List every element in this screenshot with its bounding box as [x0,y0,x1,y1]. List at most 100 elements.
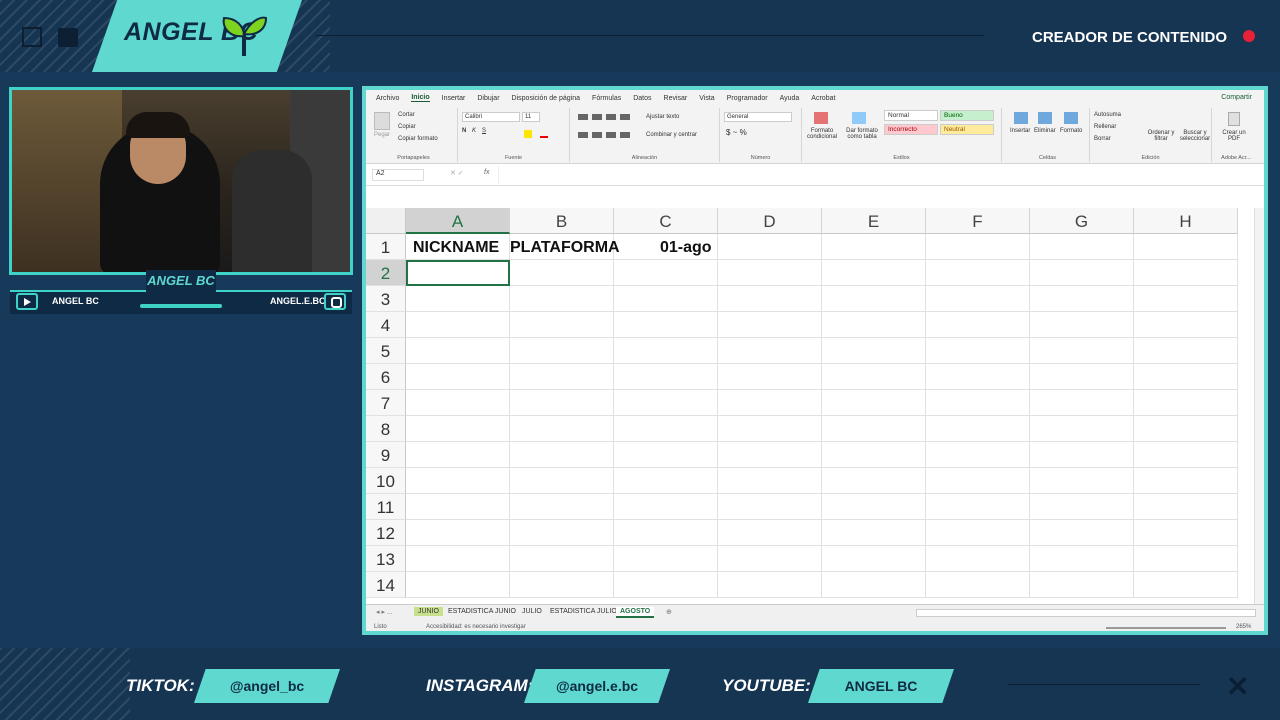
cell-g11[interactable] [1030,494,1134,520]
insert-function-icon[interactable]: fx [484,169,489,176]
ribbon-tab-archivo[interactable]: Archivo [376,95,399,102]
cell-e6[interactable] [822,364,926,390]
cell-e14[interactable] [822,572,926,598]
format-button[interactable]: Formato [1060,128,1082,134]
cell-a1[interactable]: NICKNAME [406,234,510,260]
cell-d12[interactable] [718,520,822,546]
name-box[interactable]: A2 [372,169,424,181]
cell-h10[interactable] [1134,468,1238,494]
cell-e12[interactable] [822,520,926,546]
cell-h12[interactable] [1134,520,1238,546]
cell-d1[interactable] [718,234,822,260]
select-all-corner[interactable] [366,208,406,234]
cell-g10[interactable] [1030,468,1134,494]
cell-b8[interactable] [510,416,614,442]
fill-button[interactable]: Rellenar [1094,124,1116,130]
cell-a7[interactable] [406,390,510,416]
sheet-tab-junio[interactable]: JUNIO [414,607,443,616]
cell-e9[interactable] [822,442,926,468]
worksheet-grid[interactable]: A B C D E F G H 1 NICKNAME PLATAFORMA 01-ago 2 3 4 5 6 7 8… [366,208,1264,604]
cell-d13[interactable] [718,546,822,572]
cell-b10[interactable] [510,468,614,494]
add-sheet-icon[interactable]: ⊕ [662,607,676,617]
column-header-f[interactable]: F [926,208,1030,234]
scroll-tabs-icon[interactable]: ◂ ▸ ... [372,607,397,617]
row-header-4[interactable]: 4 [366,312,406,338]
cell-d3[interactable] [718,286,822,312]
row-header-5[interactable]: 5 [366,338,406,364]
cell-c7[interactable] [614,390,718,416]
cell-a10[interactable] [406,468,510,494]
format-as-table-button[interactable]: Dar formato como tabla [842,128,882,140]
wrap-text-button[interactable]: Ajustar texto [646,114,679,120]
cell-c6[interactable] [614,364,718,390]
cell-b14[interactable] [510,572,614,598]
copy-button[interactable]: Copiar [398,124,416,130]
conditional-format-icon[interactable] [814,112,828,124]
cell-f1[interactable] [926,234,1030,260]
format-cells-icon[interactable] [1064,112,1078,124]
create-pdf-button[interactable]: Crear un PDF [1216,130,1252,142]
ribbon-tab-programador[interactable]: Programador [727,95,768,102]
cell-h13[interactable] [1134,546,1238,572]
cell-c1[interactable]: 01-ago [614,234,718,260]
column-header-e[interactable]: E [822,208,926,234]
cell-h4[interactable] [1134,312,1238,338]
ribbon-tab-revisar[interactable]: Revisar [664,95,688,102]
sheet-tab-estadistica-julio[interactable]: ESTADISTICA JULIO [546,607,621,616]
number-format-select[interactable]: General [724,112,792,122]
cell-d9[interactable] [718,442,822,468]
accessibility-status[interactable]: Accesibilidad: es necesario investigar [426,624,526,630]
cell-d8[interactable] [718,416,822,442]
cell-d6[interactable] [718,364,822,390]
cell-b1[interactable]: PLATAFORMA [510,234,620,260]
row-header-11[interactable]: 11 [366,494,406,520]
font-color-icon[interactable] [540,136,548,138]
cell-a12[interactable] [406,520,510,546]
cell-f8[interactable] [926,416,1030,442]
share-button[interactable]: Compartir [1221,94,1252,101]
pdf-icon[interactable] [1228,112,1240,126]
cell-d5[interactable] [718,338,822,364]
row-header-9[interactable]: 9 [366,442,406,468]
cell-c12[interactable] [614,520,718,546]
row-header-12[interactable]: 12 [366,520,406,546]
row-header-7[interactable]: 7 [366,390,406,416]
sheet-tab-agosto[interactable]: AGOSTO [616,607,655,618]
cell-f9[interactable] [926,442,1030,468]
cell-c2[interactable] [614,260,718,286]
row-header-8[interactable]: 8 [366,416,406,442]
cell-a9[interactable] [406,442,510,468]
column-header-d[interactable]: D [718,208,822,234]
cell-a8[interactable] [406,416,510,442]
cell-c11[interactable] [614,494,718,520]
align-icon[interactable] [578,114,634,120]
cell-f14[interactable] [926,572,1030,598]
cell-a3[interactable] [406,286,510,312]
underline-button[interactable]: S [482,128,486,134]
row-header-14[interactable]: 14 [366,572,406,598]
cell-f13[interactable] [926,546,1030,572]
cell-a11[interactable] [406,494,510,520]
cell-d10[interactable] [718,468,822,494]
column-header-a[interactable]: A [406,208,510,234]
cell-a5[interactable] [406,338,510,364]
zoom-slider[interactable] [1106,627,1226,629]
cell-g12[interactable] [1030,520,1134,546]
cell-h7[interactable] [1134,390,1238,416]
row-header-13[interactable]: 13 [366,546,406,572]
cell-f4[interactable] [926,312,1030,338]
cell-b12[interactable] [510,520,614,546]
cell-g2[interactable] [1030,260,1134,286]
font-name-select[interactable]: Calibri [462,112,520,122]
cell-h14[interactable] [1134,572,1238,598]
cell-f11[interactable] [926,494,1030,520]
row-header-1[interactable]: 1 [366,234,406,260]
cell-e1[interactable] [822,234,926,260]
cell-h9[interactable] [1134,442,1238,468]
row-header-6[interactable]: 6 [366,364,406,390]
ribbon-tab-vista[interactable]: Vista [699,95,714,102]
cell-e5[interactable] [822,338,926,364]
cell-e8[interactable] [822,416,926,442]
cell-g13[interactable] [1030,546,1134,572]
